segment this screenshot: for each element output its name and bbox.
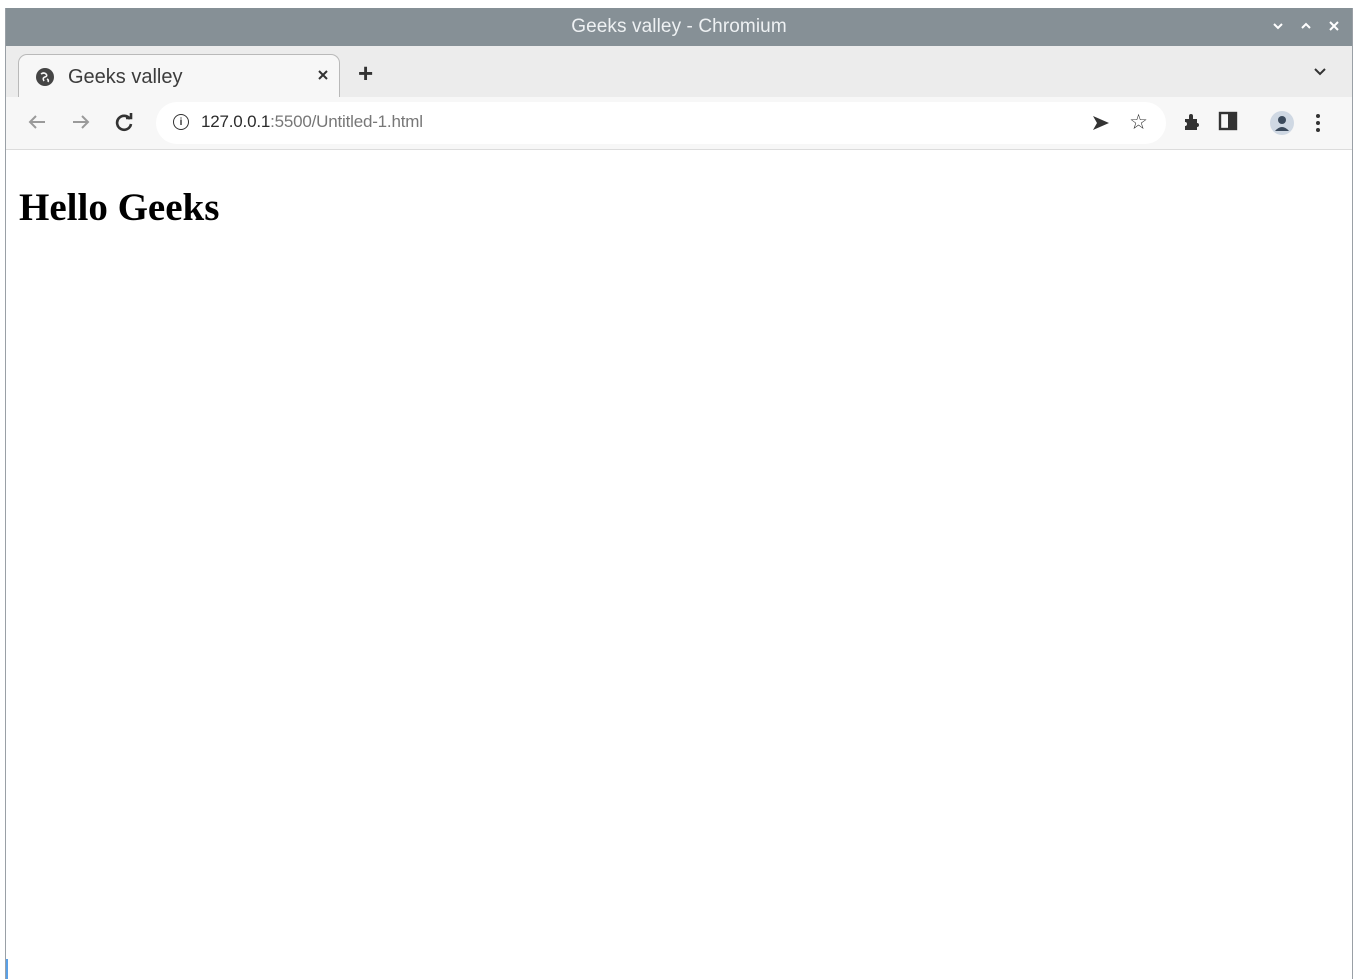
close-icon[interactable]: [1326, 19, 1342, 36]
back-arrow-icon: [28, 115, 45, 129]
globe-icon: [36, 68, 54, 86]
browser-window: Geeks valley - Chromium Geeks valley + i…: [5, 8, 1353, 979]
new-tab-button[interactable]: +: [358, 58, 373, 89]
page-heading: Hello Geeks: [19, 186, 220, 229]
reload-button[interactable]: [111, 109, 137, 135]
forward-arrow-icon: [73, 115, 90, 129]
menu-kebab-icon[interactable]: [1314, 112, 1322, 139]
toolbar: i 127.0.0.1:5500/Untitled-1.html ☆: [6, 97, 1352, 150]
minimize-icon[interactable]: [1270, 19, 1286, 36]
tab-geeks-valley[interactable]: Geeks valley: [18, 54, 340, 99]
site-info-icon[interactable]: i: [173, 114, 189, 130]
reload-icon: [115, 113, 133, 132]
taskbar-edge: [6, 959, 8, 979]
back-button[interactable]: [24, 109, 50, 135]
bookmark-star-icon[interactable]: ☆: [1129, 110, 1148, 135]
forward-button[interactable]: [68, 109, 94, 135]
page-content: Hello Geeks: [6, 150, 1352, 979]
profile-avatar-icon[interactable]: [1270, 111, 1294, 135]
maximize-icon[interactable]: [1298, 19, 1314, 36]
url-text[interactable]: 127.0.0.1:5500/Untitled-1.html: [201, 112, 423, 132]
address-bar[interactable]: i 127.0.0.1:5500/Untitled-1.html ☆: [156, 102, 1166, 144]
window-controls: [1270, 8, 1342, 46]
tab-title: Geeks valley: [68, 65, 183, 88]
tab-close-icon[interactable]: [317, 65, 329, 86]
tab-search-chevron-icon[interactable]: [1312, 63, 1328, 79]
title-bar[interactable]: Geeks valley - Chromium: [6, 8, 1352, 46]
send-share-icon[interactable]: [1091, 113, 1111, 138]
extensions-puzzle-icon[interactable]: [1181, 111, 1203, 138]
window-title: Geeks valley - Chromium: [571, 16, 787, 37]
url-path: :5500/Untitled-1.html: [270, 112, 423, 131]
url-host: 127.0.0.1: [201, 112, 271, 131]
side-panel-icon[interactable]: [1218, 111, 1238, 136]
tab-strip: Geeks valley +: [6, 46, 1352, 99]
